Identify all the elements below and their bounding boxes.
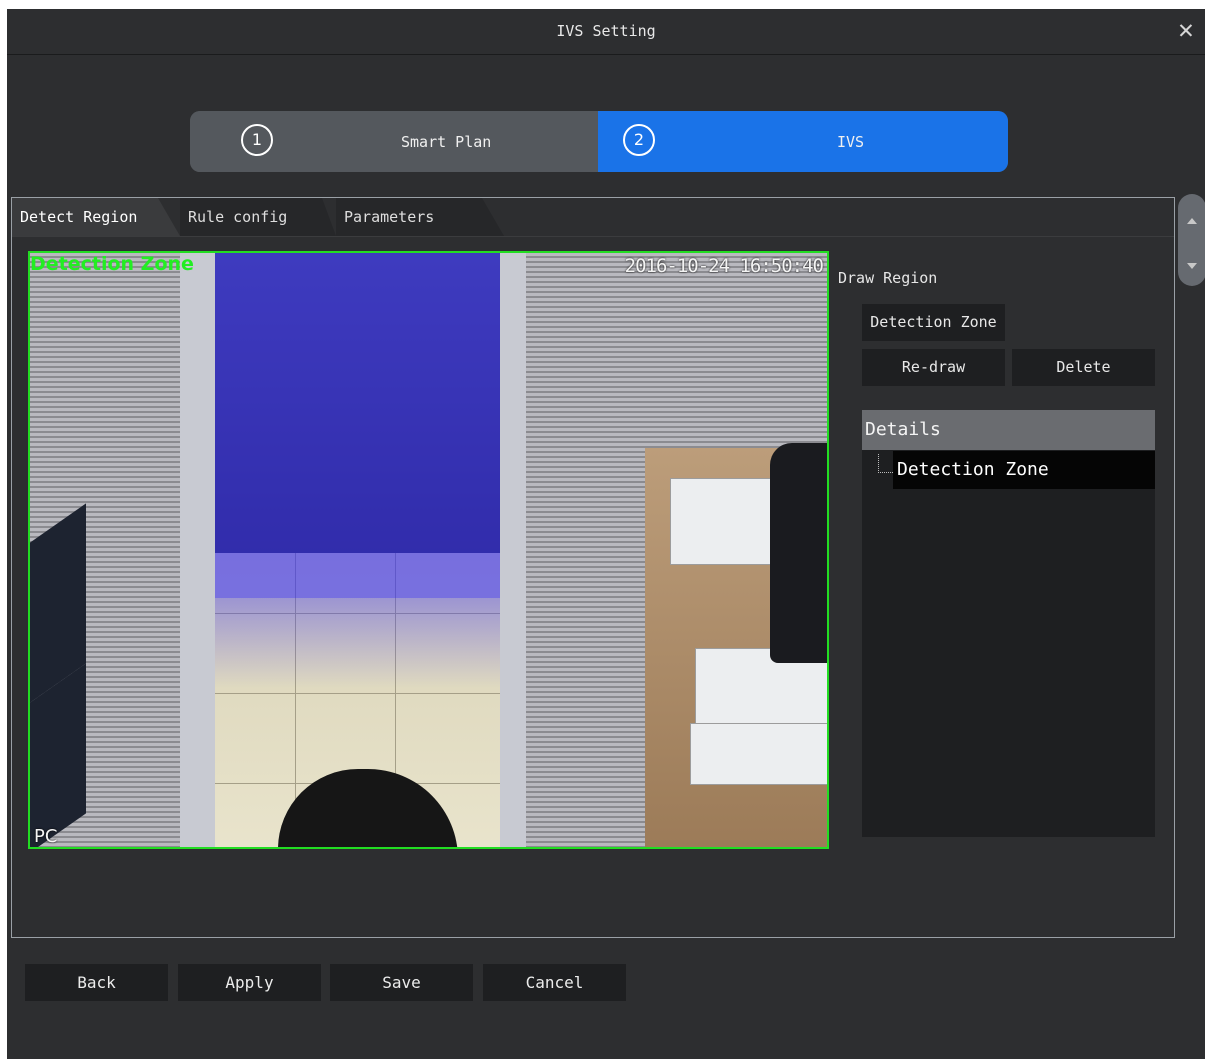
detection-zone-fade <box>215 598 500 688</box>
close-icon[interactable]: ✕ <box>1173 17 1199 44</box>
wizard-stepper: 1 Smart Plan 2 IVS <box>190 111 1008 172</box>
draw-region-title: Draw Region <box>838 269 938 287</box>
detection-zone-overlay <box>215 253 500 598</box>
tab-bar: Detect Region Rule config Parameters <box>12 198 1174 237</box>
step-label-ivs: IVS <box>837 133 865 151</box>
scroll-down-icon[interactable] <box>1187 263 1197 269</box>
step-number-2: 2 <box>623 124 655 156</box>
step-label-smart-plan: Smart Plan <box>401 133 492 151</box>
window-title: IVS Setting <box>556 22 656 40</box>
scroll-up-icon[interactable] <box>1187 218 1197 224</box>
panel-scrollbar[interactable] <box>1178 194 1205 286</box>
tab-rule-config[interactable]: Rule config <box>180 198 322 236</box>
door-frame-right <box>500 253 526 847</box>
details-tree: Details Detection Zone <box>862 410 1155 837</box>
tile-line <box>215 693 500 694</box>
redraw-button[interactable]: Re-draw <box>862 349 1005 386</box>
step-smart-plan[interactable]: 1 Smart Plan <box>190 111 598 172</box>
ivs-setting-dialog: IVS Setting ✕ 1 Smart Plan 2 IVS Detect … <box>7 9 1205 1059</box>
apply-button[interactable]: Apply <box>178 964 321 1001</box>
details-item-detection-zone[interactable]: Detection Zone <box>893 451 1155 489</box>
tab-detect-region[interactable]: Detect Region <box>12 198 158 236</box>
timestamp-overlay: 2016-10-24 16:50:40 <box>624 255 824 277</box>
white-box <box>690 723 827 785</box>
details-header: Details <box>862 410 1155 450</box>
save-button[interactable]: Save <box>330 964 473 1001</box>
detection-zone-button[interactable]: Detection Zone <box>862 304 1005 341</box>
step-number-1: 1 <box>241 124 273 156</box>
tab-parameters[interactable]: Parameters <box>336 198 482 236</box>
video-preview[interactable]: Detection Zone 2016-10-24 16:50:40 PC <box>28 251 829 849</box>
config-panel: Detect Region Rule config Parameters Det… <box>11 197 1175 938</box>
delete-button[interactable]: Delete <box>1012 349 1155 386</box>
tab-edge <box>482 198 504 236</box>
title-bar: IVS Setting ✕ <box>7 9 1205 55</box>
tab-edge <box>322 198 336 236</box>
tab-edge <box>158 198 180 236</box>
back-button[interactable]: Back <box>25 964 168 1001</box>
black-bag <box>770 443 827 663</box>
cancel-button[interactable]: Cancel <box>483 964 626 1001</box>
tree-connector <box>878 454 893 473</box>
channel-label-overlay: PC <box>34 826 58 847</box>
door-frame-left <box>180 253 215 847</box>
step-ivs[interactable]: 2 IVS <box>598 111 1008 172</box>
zone-label-overlay: Detection Zone <box>30 253 194 275</box>
